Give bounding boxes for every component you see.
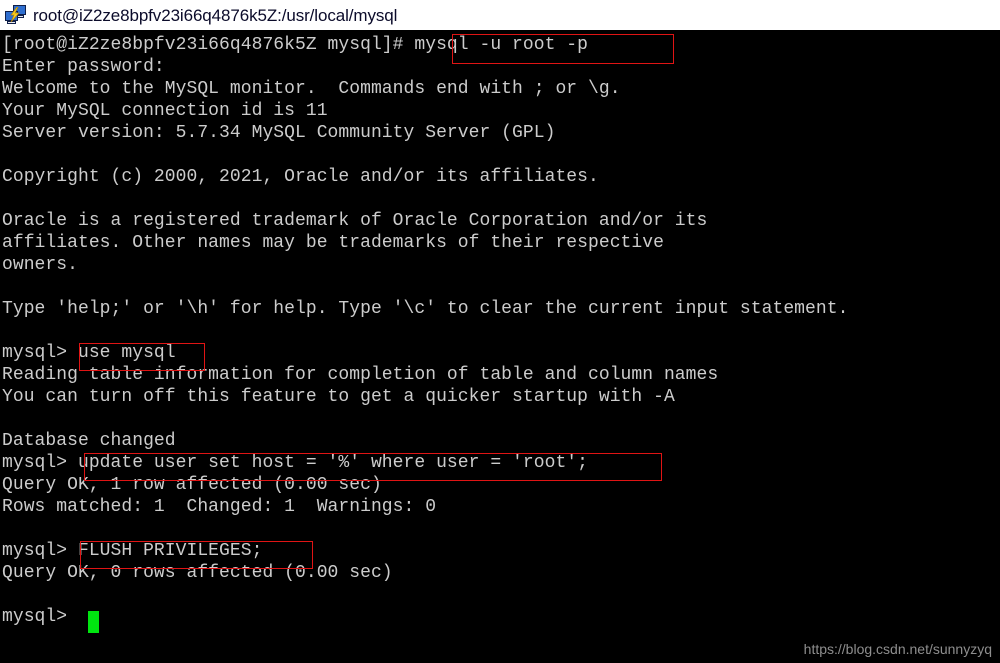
bolt-icon (10, 7, 20, 23)
terminal-line: Copyright (c) 2000, 2021, Oracle and/or … (2, 167, 599, 187)
terminal-line: Query OK, 0 rows affected (0.00 sec) (2, 563, 393, 583)
terminal-line: [root@iZ2ze8bpfv23i66q4876k5Z mysql]# my… (2, 35, 588, 55)
terminal-line: Enter password: (2, 57, 165, 77)
terminal-line: Your MySQL connection id is 11 (2, 101, 328, 121)
watermark-text: https://blog.csdn.net/sunnyzyq (803, 641, 992, 657)
terminal-line: Oracle is a registered trademark of Orac… (2, 211, 708, 231)
terminal-window: root@iZ2ze8bpfv23i66q4876k5Z:/usr/local/… (0, 0, 1000, 663)
terminal-cursor (88, 611, 99, 633)
terminal-line: Query OK, 1 row affected (0.00 sec) (2, 475, 382, 495)
terminal-line: Server version: 5.7.34 MySQL Community S… (2, 123, 556, 143)
terminal-line: Type 'help;' or '\h' for help. Type '\c'… (2, 299, 849, 319)
putty-session-icon (3, 3, 29, 27)
terminal-line: mysql> (2, 607, 78, 627)
terminal-line: owners. (2, 255, 78, 275)
terminal-line: mysql> use mysql (2, 343, 176, 363)
terminal-line: affiliates. Other names may be trademark… (2, 233, 664, 253)
terminal-output: [root@iZ2ze8bpfv23i66q4876k5Z mysql]# my… (0, 30, 1000, 663)
terminal-line: mysql> update user set host = '%' where … (2, 453, 588, 473)
terminal-screen[interactable]: [root@iZ2ze8bpfv23i66q4876k5Z mysql]# my… (0, 30, 1000, 663)
terminal-line: Welcome to the MySQL monitor. Commands e… (2, 79, 621, 99)
terminal-line: You can turn off this feature to get a q… (2, 387, 675, 407)
window-titlebar: root@iZ2ze8bpfv23i66q4876k5Z:/usr/local/… (0, 0, 1000, 30)
terminal-line: Rows matched: 1 Changed: 1 Warnings: 0 (2, 497, 437, 517)
terminal-line: Reading table information for completion… (2, 365, 719, 385)
window-title: root@iZ2ze8bpfv23i66q4876k5Z:/usr/local/… (33, 5, 398, 25)
terminal-line: Database changed (2, 431, 176, 451)
terminal-line: mysql> FLUSH PRIVILEGES; (2, 541, 263, 561)
